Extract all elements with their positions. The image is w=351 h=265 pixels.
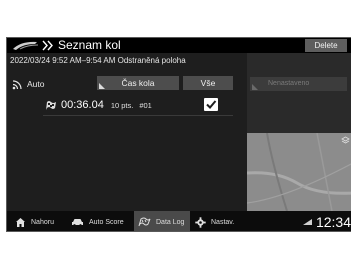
- home-icon: [16, 217, 25, 227]
- lap-number: #01: [139, 100, 152, 110]
- tab-settings-label: Nastav.: [211, 218, 235, 226]
- signal-icon: [302, 219, 312, 225]
- session-info: 2022/03/24 9:52 AM–9:54 AM Odstraněná po…: [10, 56, 186, 65]
- lap-select-checkbox[interactable]: [204, 98, 218, 111]
- sport-logo-icon: [13, 41, 39, 50]
- header-bar: Seznam kol Delete: [7, 38, 351, 53]
- checkered-flag-icon: [46, 100, 56, 110]
- tab-data-log[interactable]: Data Log: [134, 211, 190, 231]
- tab-home[interactable]: Nahoru: [15, 211, 69, 231]
- row-divider: [43, 115, 233, 116]
- tab-auto-score[interactable]: Auto Score: [71, 211, 133, 231]
- clock: 12:34: [315, 214, 351, 230]
- tab-home-label: Nahoru: [31, 218, 54, 226]
- lap-time-sort-button[interactable]: Čas kola: [97, 76, 179, 90]
- bottom-navigation: Nahoru Auto Score Data Log Nastav. 12:34: [7, 211, 351, 231]
- app-screen: Seznam kol Delete 2022/03/24 9:52 AM–9:5…: [6, 37, 351, 232]
- car-icon: [72, 219, 83, 227]
- flag-icon: [138, 217, 151, 227]
- corner-indicator-icon: [99, 83, 105, 89]
- checkmark-icon: [206, 100, 217, 109]
- auto-toggle[interactable]: Auto: [12, 77, 45, 91]
- lap-time-value: 00:36.04: [61, 99, 104, 111]
- status-area: 12:34: [302, 211, 351, 231]
- track-map[interactable]: [247, 133, 351, 211]
- lap-record-row[interactable]: 00:36.04 10 pts. #01: [45, 97, 152, 113]
- lap-points: 10 pts.: [110, 100, 134, 110]
- not-set-button[interactable]: Nenastaveno: [250, 77, 347, 91]
- back-chevron-icon[interactable]: [41, 39, 55, 52]
- tab-settings[interactable]: Nastav.: [195, 211, 250, 231]
- select-all-button[interactable]: Vše: [183, 76, 233, 90]
- auto-signal-icon: [12, 79, 22, 89]
- auto-label: Auto: [27, 79, 45, 89]
- tab-data-log-label: Data Log: [156, 218, 185, 226]
- gear-icon: [195, 216, 206, 228]
- corner-indicator-icon: [252, 84, 258, 90]
- lap-time-sort-label: Čas kola: [121, 78, 155, 88]
- lap-list-panel: 2022/03/24 9:52 AM–9:54 AM Odstraněná po…: [7, 53, 247, 211]
- map-roads-image: [247, 133, 351, 211]
- comparison-panel: Nenastaveno: [247, 53, 351, 211]
- map-layers-icon[interactable]: [341, 136, 350, 145]
- not-set-label: Nenastaveno: [268, 80, 310, 87]
- delete-button[interactable]: Delete: [305, 39, 347, 52]
- page-title: Seznam kol: [58, 38, 121, 52]
- tab-auto-score-label: Auto Score: [89, 218, 124, 226]
